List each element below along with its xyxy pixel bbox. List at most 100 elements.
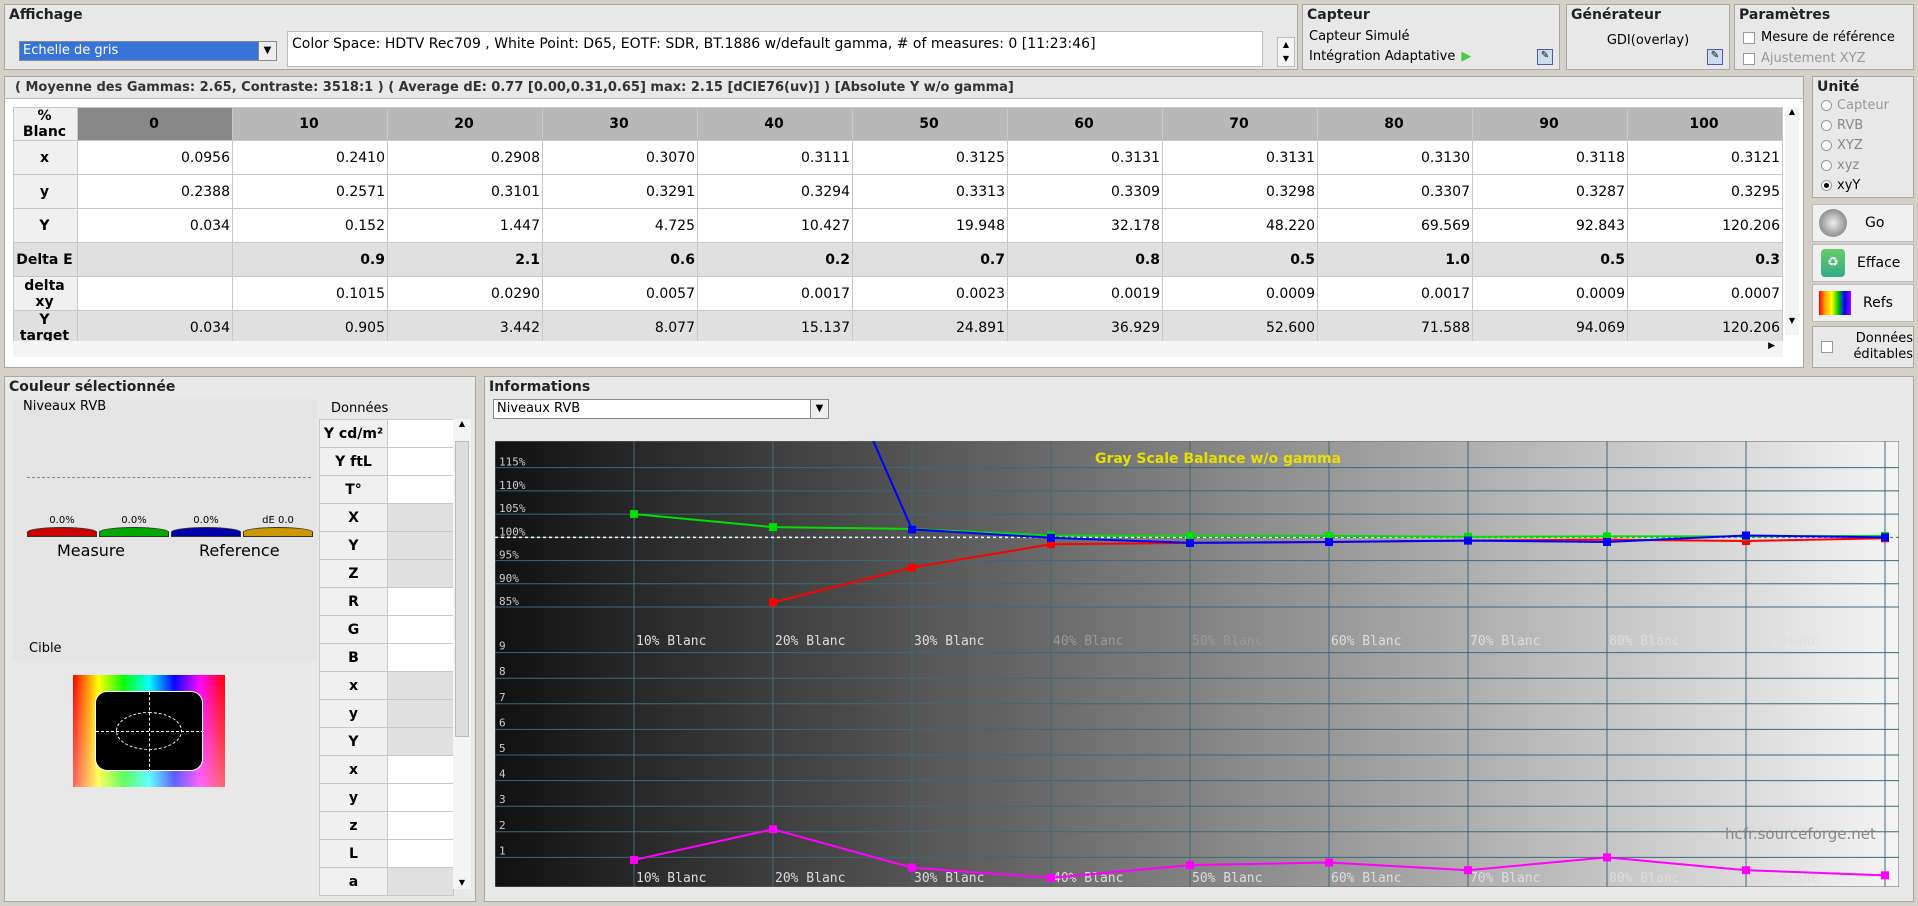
scroll-spinner[interactable]: ▲ ▼	[1277, 37, 1295, 67]
table-cell[interactable]: 0.3125	[852, 140, 1008, 175]
table-cell[interactable]: 2.1	[387, 242, 543, 277]
table-cell[interactable]: 0.0057	[542, 276, 698, 311]
table-cell[interactable]: 32.178	[1007, 208, 1163, 243]
table-cell[interactable]: 0.3070	[542, 140, 698, 175]
table-cell[interactable]: 0.034	[77, 208, 233, 243]
donnees-value[interactable]	[387, 475, 454, 504]
vertical-scrollbar[interactable]: ▲ ▼	[1785, 107, 1799, 335]
horizontal-scrollbar[interactable]: ▶	[13, 341, 1783, 357]
table-cell[interactable]: 0.0956	[77, 140, 233, 175]
table-cell[interactable]: 0.3309	[1007, 174, 1163, 209]
checkbox-icon[interactable]	[1743, 31, 1755, 44]
col-header[interactable]: 90	[1472, 107, 1628, 141]
table-cell[interactable]: 36.929	[1007, 310, 1163, 345]
unite-option-xyy[interactable]: xyY	[1813, 175, 1889, 195]
table-cell[interactable]: 92.843	[1472, 208, 1628, 243]
go-button[interactable]: Go	[1812, 204, 1914, 242]
table-cell[interactable]: 0.5	[1162, 242, 1318, 277]
table-cell[interactable]: 0.6	[542, 242, 698, 277]
affichage-combo[interactable]: Echelle de gris ▼	[19, 41, 277, 61]
table-cell[interactable]	[77, 242, 233, 277]
donnees-value[interactable]	[387, 503, 454, 532]
table-cell[interactable]: 0.1015	[232, 276, 388, 311]
col-header[interactable]: 10	[232, 107, 388, 141]
table-cell[interactable]: 0.3131	[1162, 140, 1318, 175]
table-cell[interactable]: 1.0	[1317, 242, 1473, 277]
unite-option-capteur[interactable]: Capteur	[1813, 95, 1889, 115]
radio-icon[interactable]	[1821, 179, 1832, 191]
table-cell[interactable]: 0.3287	[1472, 174, 1628, 209]
donnees-value[interactable]	[387, 699, 454, 728]
table-cell[interactable]: 0.3295	[1627, 174, 1783, 209]
settings-icon[interactable]: ✎	[1537, 49, 1553, 65]
table-cell[interactable]: 8.077	[542, 310, 698, 345]
table-cell[interactable]: 0.3130	[1317, 140, 1473, 175]
donnees-editables-panel[interactable]: Données éditables	[1812, 326, 1914, 368]
table-cell[interactable]: 0.0019	[1007, 276, 1163, 311]
mesure-reference-checkbox[interactable]: Mesure de référence	[1735, 30, 1895, 45]
table-cell[interactable]: 0.3121	[1627, 140, 1783, 175]
donnees-value[interactable]	[387, 587, 454, 616]
table-cell[interactable]: 4.725	[542, 208, 698, 243]
col-header[interactable]: 80	[1317, 107, 1473, 141]
donnees-value[interactable]	[387, 643, 454, 672]
table-cell[interactable]: 0.7	[852, 242, 1008, 277]
table-cell[interactable]: 94.069	[1472, 310, 1628, 345]
donnees-value[interactable]	[387, 755, 454, 784]
col-header[interactable]: 40	[697, 107, 853, 141]
col-header[interactable]: 100	[1627, 107, 1783, 141]
table-cell[interactable]: 0.3131	[1007, 140, 1163, 175]
capteur-integration[interactable]: Intégration Adaptative ▶	[1309, 49, 1471, 64]
table-cell[interactable]: 0.3294	[697, 174, 853, 209]
informations-combo[interactable]: Niveaux RVB ▼	[493, 399, 829, 419]
table-cell[interactable]: 0.2908	[387, 140, 543, 175]
table-cell[interactable]: 0.905	[232, 310, 388, 345]
col-header[interactable]: 20	[387, 107, 543, 141]
table-cell[interactable]: 0.2	[697, 242, 853, 277]
table-cell[interactable]: 0.3307	[1317, 174, 1473, 209]
table-cell[interactable]	[77, 276, 233, 311]
table-cell[interactable]: 0.2571	[232, 174, 388, 209]
donnees-value[interactable]	[387, 811, 454, 840]
donnees-value[interactable]	[387, 671, 454, 700]
table-cell[interactable]: 71.588	[1317, 310, 1473, 345]
table-cell[interactable]: 0.3101	[387, 174, 543, 209]
col-header[interactable]: 50	[852, 107, 1008, 141]
settings-icon[interactable]: ✎	[1707, 49, 1723, 65]
unite-option-xyz[interactable]: xyz	[1813, 155, 1889, 175]
unite-option-xyz[interactable]: XYZ	[1813, 135, 1889, 155]
donnees-value[interactable]	[387, 867, 454, 896]
unite-option-rvb[interactable]: RVB	[1813, 115, 1889, 135]
checkbox-icon[interactable]	[1743, 52, 1755, 65]
table-cell[interactable]: 48.220	[1162, 208, 1318, 243]
table-cell[interactable]: 0.3313	[852, 174, 1008, 209]
table-cell[interactable]: 0.0017	[1317, 276, 1473, 311]
table-cell[interactable]: 0.0290	[387, 276, 543, 311]
table-cell[interactable]: 0.0007	[1627, 276, 1783, 311]
table-cell[interactable]: 0.3	[1627, 242, 1783, 277]
table-cell[interactable]: 0.2388	[77, 174, 233, 209]
col-header[interactable]: 0	[77, 107, 233, 141]
refs-button[interactable]: Refs	[1812, 284, 1914, 322]
radio-icon[interactable]	[1821, 159, 1832, 171]
donnees-scrollbar[interactable]: ▲ ▼	[453, 419, 471, 889]
table-cell[interactable]: 69.569	[1317, 208, 1473, 243]
donnees-value[interactable]	[387, 783, 454, 812]
table-cell[interactable]: 0.0023	[852, 276, 1008, 311]
table-cell[interactable]: 52.600	[1162, 310, 1318, 345]
col-header[interactable]: 60	[1007, 107, 1163, 141]
table-cell[interactable]: 120.206	[1627, 310, 1783, 345]
table-cell[interactable]: 120.206	[1627, 208, 1783, 243]
radio-icon[interactable]	[1821, 139, 1832, 151]
table-cell[interactable]: 0.2410	[232, 140, 388, 175]
table-cell[interactable]: 10.427	[697, 208, 853, 243]
table-cell[interactable]: 0.3298	[1162, 174, 1318, 209]
donnees-value[interactable]	[387, 839, 454, 868]
table-cell[interactable]: 0.9	[232, 242, 388, 277]
ajustement-xyz-checkbox[interactable]: Ajustement XYZ	[1735, 51, 1866, 66]
col-header[interactable]: 30	[542, 107, 698, 141]
donnees-value[interactable]	[387, 559, 454, 588]
table-cell[interactable]: 24.891	[852, 310, 1008, 345]
efface-button[interactable]: ♻ Efface	[1812, 244, 1914, 282]
donnees-value[interactable]	[387, 727, 454, 756]
